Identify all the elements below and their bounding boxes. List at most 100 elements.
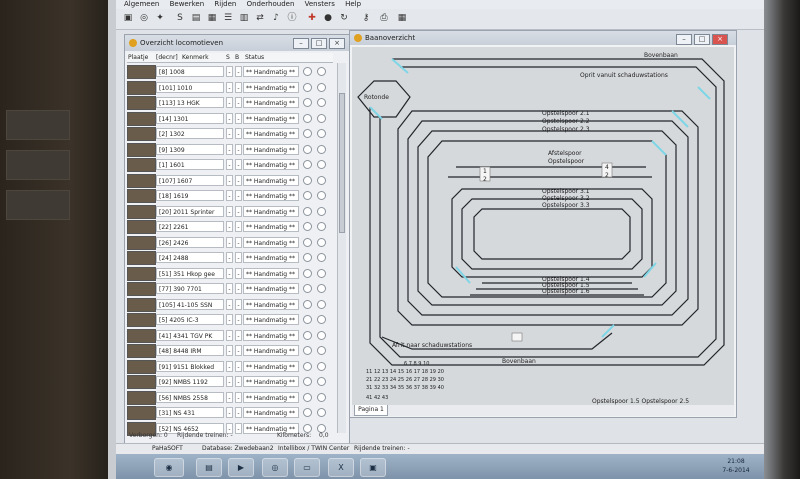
col-mark[interactable]: Kenmerk <box>182 53 209 62</box>
loco-radio-2[interactable] <box>317 129 326 138</box>
loco-radio-2[interactable] <box>317 191 326 200</box>
system-clock[interactable]: 21:08 7-6-2014 <box>712 457 760 477</box>
loco-radio-2[interactable] <box>317 330 326 340</box>
loco-radio-1[interactable] <box>303 284 312 293</box>
loco-radio-2[interactable] <box>317 299 326 309</box>
menu-onderhouden[interactable]: Onderhouden <box>247 0 295 9</box>
menu-bewerken[interactable]: Bewerken <box>170 0 205 9</box>
tab-pagina-1[interactable]: Pagina 1 <box>354 405 388 416</box>
loco-b-flag[interactable]: - <box>235 407 242 418</box>
loco-name[interactable]: [8] 1008 <box>156 66 224 77</box>
col-status[interactable]: Status <box>245 53 264 62</box>
loco-radio-1[interactable] <box>303 113 312 123</box>
loco-b-flag[interactable]: - <box>235 190 242 201</box>
loco-radio-1[interactable] <box>303 98 312 107</box>
loco-s-flag[interactable]: - <box>226 159 233 170</box>
loco-row[interactable]: [48] 8448 IRM - - ** Handmatig ** <box>127 342 333 358</box>
loco-radio-2[interactable] <box>317 253 326 262</box>
browser-icon[interactable]: ◎ <box>262 458 288 477</box>
loco-b-flag[interactable]: - <box>235 252 242 263</box>
loco-radio-2[interactable] <box>317 144 326 154</box>
loco-b-flag[interactable]: - <box>235 391 242 403</box>
loco-s-flag[interactable]: - <box>226 329 233 341</box>
loco-b-flag[interactable]: - <box>235 174 242 186</box>
loco-s-flag[interactable]: - <box>226 112 233 124</box>
loco-name[interactable]: [48] 8448 IRM <box>156 345 224 356</box>
loco-b-flag[interactable]: - <box>235 81 242 93</box>
loco-radio-2[interactable] <box>317 377 326 386</box>
loco-name[interactable]: [9] 1309 <box>156 143 224 155</box>
switch-highlight[interactable] <box>671 110 689 128</box>
loco-s-flag[interactable]: - <box>226 205 233 217</box>
loco-b-flag[interactable]: - <box>235 360 242 372</box>
track-layout-canvas[interactable]: Bovenbaan Rotonde Oprit vanuit schaduwst… <box>352 47 734 405</box>
loco-name[interactable]: [31] NS 431 <box>156 407 224 418</box>
loco-name[interactable]: [20] 2011 Sprinter <box>156 205 224 217</box>
loco-s-flag[interactable]: - <box>226 66 233 77</box>
loco-s-flag[interactable]: - <box>226 407 233 418</box>
minimize-button[interactable]: – <box>676 34 692 45</box>
loco-row[interactable]: [113] 13 HGK - - ** Handmatig ** <box>127 94 333 110</box>
loco-s-flag[interactable]: - <box>226 345 233 356</box>
loco-name[interactable]: [92] NMBS 1192 <box>156 376 224 387</box>
loco-b-flag[interactable]: - <box>235 143 242 155</box>
loco-radio-2[interactable] <box>317 284 326 293</box>
loco-name[interactable]: [24] 2488 <box>156 252 224 263</box>
loco-radio-2[interactable] <box>317 98 326 107</box>
loco-row[interactable]: [91] 9151 Blokked - - ** Handmatig ** <box>127 358 333 374</box>
loco-s-flag[interactable]: - <box>226 174 233 186</box>
loco-row[interactable]: [105] 41-105 SSN - - ** Handmatig ** <box>127 296 333 312</box>
col-photo[interactable]: Plaatje <box>128 53 148 62</box>
print-icon[interactable]: ⎙ <box>378 12 390 24</box>
route-icon[interactable]: ✦ <box>154 12 166 24</box>
loco-radio-1[interactable] <box>303 129 312 138</box>
loco-name[interactable]: [91] 9151 Blokked <box>156 360 224 372</box>
loco-radio-1[interactable] <box>303 392 312 402</box>
loco-radio-2[interactable] <box>317 392 326 402</box>
loco-b-flag[interactable]: - <box>235 314 242 325</box>
loco-name[interactable]: [5] 4205 IC-3 <box>156 314 224 325</box>
loco-radio-1[interactable] <box>303 346 312 355</box>
loco-s-flag[interactable]: - <box>226 376 233 387</box>
loco-b-flag[interactable]: - <box>235 112 242 124</box>
loco-row[interactable]: [56] NMBS 2558- - ** Handmatig ** <box>127 389 333 405</box>
loco-b-flag[interactable]: - <box>235 298 242 310</box>
loco-row[interactable]: [9] 1309- - ** Handmatig ** <box>127 141 333 157</box>
loco-radio-2[interactable] <box>317 206 326 216</box>
loco-b-flag[interactable]: - <box>235 345 242 356</box>
explorer-icon[interactable]: ▤ <box>196 458 222 477</box>
loco-name[interactable]: [101] 1010 <box>156 81 224 93</box>
loco-name[interactable]: [107] 1607 <box>156 174 224 186</box>
loco-s-flag[interactable]: - <box>226 236 233 248</box>
loco-radio-2[interactable] <box>317 361 326 371</box>
loco-row[interactable]: [51] 351 Hkop gee - - ** Handmatig ** <box>127 265 333 281</box>
loco-b-flag[interactable]: - <box>235 66 242 77</box>
save-icon[interactable]: ▦ <box>206 12 218 24</box>
loco-name[interactable]: [14] 1301 <box>156 112 224 124</box>
track-marker[interactable] <box>511 332 523 342</box>
loco-name[interactable]: [1] 1601 <box>156 159 224 170</box>
loco-s-flag[interactable]: - <box>226 221 233 232</box>
menu-help[interactable]: Help <box>345 0 361 9</box>
loco-radio-1[interactable] <box>303 67 312 76</box>
loco-row[interactable]: [41] 4341 TGV PK - - ** Handmatig ** <box>127 327 333 343</box>
loco-window-titlebar[interactable]: Overzicht locomotieven – □ × <box>125 35 349 51</box>
loco-s-flag[interactable]: - <box>226 298 233 310</box>
loco-radio-1[interactable] <box>303 206 312 216</box>
maximize-button[interactable]: □ <box>311 38 327 49</box>
loco-name[interactable]: [41] 4341 TGV PK <box>156 329 224 341</box>
menu-rijden[interactable]: Rijden <box>214 0 236 9</box>
loco-radio-1[interactable] <box>303 160 312 169</box>
loco-row[interactable]: [20] 2011 Sprinter - - ** Handmatig ** <box>127 203 333 219</box>
signal-icon[interactable]: ▤ <box>190 12 202 24</box>
list-icon[interactable]: ☰ <box>222 12 234 24</box>
loco-name[interactable]: [77] 390 7701 <box>156 283 224 294</box>
loco-row[interactable]: [107] 1607- - ** Handmatig ** <box>127 172 333 188</box>
loco-name[interactable]: [2] 1302 <box>156 128 224 139</box>
excel-icon[interactable]: X <box>328 458 354 477</box>
loco-s-flag[interactable]: - <box>226 190 233 201</box>
loco-s-flag[interactable]: - <box>226 128 233 139</box>
loco-name[interactable]: [105] 41-105 SSN <box>156 298 224 310</box>
switch-highlight[interactable] <box>651 140 667 156</box>
loco-radio-1[interactable] <box>303 361 312 371</box>
